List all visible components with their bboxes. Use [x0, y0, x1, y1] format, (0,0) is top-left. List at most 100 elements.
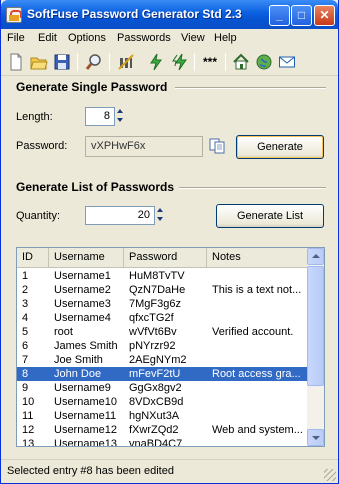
maximize-button[interactable]: □ [291, 5, 312, 26]
resize-grip-icon[interactable] [324, 469, 336, 481]
table-row[interactable]: 11 Username11 hgNXut3A [17, 409, 308, 423]
cell-id: 4 [22, 312, 29, 324]
save-icon[interactable] [52, 52, 72, 72]
scroll-up-icon[interactable] [307, 248, 324, 265]
menu-options[interactable]: Options [68, 32, 106, 44]
table-row[interactable]: 8 John Doe mFevF2tU Root access gra... [17, 367, 308, 381]
cell-username: Username9 [54, 382, 111, 394]
scroll-down-icon[interactable] [307, 429, 324, 446]
cell-username: Username1 [54, 270, 111, 282]
cell-notes [212, 437, 306, 446]
table-row[interactable]: 3 Username3 7MgF3g6z [17, 297, 308, 311]
cell-password: vnaBD4C7 [129, 438, 183, 447]
password-list[interactable]: ID Username Password Notes 1 Username1 HuM… [16, 247, 325, 447]
table-row[interactable]: 12 Username12 fXwrZQd2 Web and system... [17, 423, 308, 437]
cell-id: 1 [22, 270, 29, 282]
quantity-input[interactable]: 20 [85, 206, 155, 225]
cell-password: pNYrzr92 [129, 340, 176, 352]
cell-id: 9 [22, 382, 29, 394]
generate-list-bolt-icon[interactable] [169, 52, 189, 72]
table-row[interactable]: 10 Username10 8VDxCB9d [17, 395, 308, 409]
menu-file[interactable]: File [7, 32, 25, 44]
table-row[interactable]: 13 Username13 vnaBD4C7 [17, 437, 308, 447]
cell-password: hgNXut3A [129, 410, 180, 422]
cell-username: Username4 [54, 312, 111, 324]
cell-id: 11 [22, 410, 34, 422]
web-globe-icon[interactable] [254, 52, 274, 72]
spin-down-icon[interactable] [156, 215, 165, 224]
spin-down-icon[interactable] [116, 116, 125, 125]
table-row[interactable]: 7 Joe Smith 2AEgNYm2 [17, 353, 308, 367]
cell-notes [212, 395, 306, 409]
menu-help[interactable]: Help [214, 32, 237, 44]
cell-username: James Smith [54, 340, 118, 352]
spin-up-icon[interactable] [156, 206, 165, 215]
length-input[interactable]: 8 [85, 107, 115, 126]
cell-password: 8VDxCB9d [129, 396, 184, 408]
home-icon[interactable] [231, 52, 251, 72]
new-document-icon[interactable] [6, 52, 26, 72]
cell-password: wVfVt6Bv [129, 326, 177, 338]
cell-notes: This is a text not... [212, 284, 302, 296]
vertical-scrollbar[interactable] [307, 248, 324, 446]
cell-password: fXwrZQd2 [129, 424, 179, 436]
table-row[interactable]: 5 root wVfVt6Bv Verified account. [17, 325, 308, 339]
cell-password: QzN7DaHe [129, 284, 186, 296]
column-header-notes[interactable]: Notes [207, 248, 308, 267]
table-row[interactable]: 4 Username4 qfxcTG2f [17, 311, 308, 325]
column-header-password[interactable]: Password [124, 248, 207, 267]
password-output-field[interactable]: vXPHwF6x [85, 136, 203, 157]
close-button[interactable]: ✕ [314, 5, 335, 26]
cell-password: 7MgF3g6z [129, 298, 181, 310]
cell-username: Joe Smith [54, 354, 103, 366]
cell-notes [212, 297, 306, 311]
window-title: SoftFuse Password Generator Std 2.3 [27, 7, 242, 21]
generate-list-button[interactable]: Generate List [216, 204, 324, 228]
cell-id: 7 [22, 354, 29, 366]
cell-id: 10 [22, 396, 35, 408]
table-row[interactable]: 6 James Smith pNYrzr92 [17, 339, 308, 353]
list-section-heading: Generate List of Passwords [16, 180, 175, 194]
table-row[interactable]: 9 Username9 GgGx8gv2 [17, 381, 308, 395]
column-header-id[interactable]: ID [17, 248, 49, 267]
clear-icon[interactable] [116, 52, 136, 72]
quantity-spinner[interactable] [156, 206, 165, 225]
app-lock-icon [6, 7, 22, 23]
email-icon[interactable] [277, 52, 297, 72]
menu-passwords[interactable]: Passwords [117, 32, 171, 44]
cell-notes [212, 409, 306, 423]
minimize-button[interactable]: _ [269, 5, 290, 26]
scroll-thumb[interactable] [307, 266, 324, 386]
status-text: Selected entry #8 has been edited [7, 465, 174, 477]
menu-edit[interactable]: Edit [38, 32, 57, 44]
cell-id: 8 [22, 368, 29, 380]
section-divider [175, 87, 326, 89]
cell-password: qfxcTG2f [129, 312, 174, 324]
table-row[interactable]: 1 Username1 HuM8TvTV [17, 269, 308, 283]
cell-notes [212, 339, 306, 353]
cell-username: Username3 [54, 298, 111, 310]
menu-bar: File Edit Options Passwords View Help [1, 29, 338, 48]
cell-password: 2AEgNYm2 [129, 354, 187, 366]
password-mask-icon[interactable]: *** [200, 52, 220, 72]
length-spinner[interactable] [116, 107, 125, 126]
column-header-username[interactable]: Username [49, 248, 124, 267]
toolbar-separator [109, 53, 110, 71]
cell-id: 5 [22, 326, 29, 338]
toolbar-separator [225, 53, 226, 71]
search-icon[interactable] [84, 52, 104, 72]
copy-icon[interactable] [209, 138, 225, 154]
menu-view[interactable]: View [181, 32, 205, 44]
generate-button[interactable]: Generate [236, 135, 324, 159]
open-folder-icon[interactable] [29, 52, 49, 72]
table-row[interactable]: 2 Username2 QzN7DaHe This is a text not... [17, 283, 308, 297]
section-divider [179, 187, 326, 189]
generate-bolt-icon[interactable] [146, 52, 166, 72]
cell-username: Username13 [54, 438, 117, 447]
cell-notes: Verified account. [212, 326, 294, 338]
spin-up-icon[interactable] [116, 107, 125, 116]
cell-password: HuM8TvTV [129, 270, 185, 282]
cell-password: mFevF2tU [129, 368, 181, 380]
cell-id: 6 [22, 340, 29, 352]
title-bar[interactable]: SoftFuse Password Generator Std 2.3 _ □ … [1, 0, 338, 29]
